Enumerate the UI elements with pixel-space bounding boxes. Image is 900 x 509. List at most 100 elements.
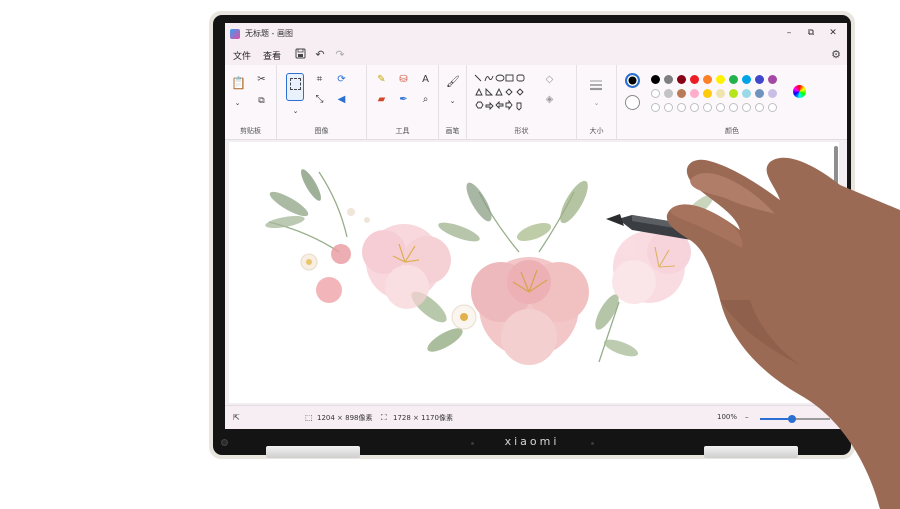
menu-file[interactable]: 文件 xyxy=(233,49,251,62)
size-dropdown-chevron-icon[interactable]: ⌄ xyxy=(590,97,603,110)
color-swatch[interactable] xyxy=(755,89,764,98)
brush-dropdown-chevron-icon[interactable]: ⌄ xyxy=(446,95,459,108)
zoom-out-button[interactable]: – xyxy=(745,413,749,421)
shape-fill-icon[interactable]: ◈ xyxy=(543,93,556,106)
select-tool-button[interactable] xyxy=(286,73,304,101)
paste-icon[interactable]: 📋 xyxy=(231,77,246,90)
custom-color-slot[interactable] xyxy=(768,103,777,112)
color-swatch[interactable] xyxy=(703,75,712,84)
laptop-device: 无标题 - 画图 – ⧉ ✕ 文件 查看 ↶ ↷ ⚙ 📋 ⌄ ✂ ⧉ 剪贴板 ⌄… xyxy=(209,11,855,459)
product-photo: 无标题 - 画图 – ⧉ ✕ 文件 查看 ↶ ↷ ⚙ 📋 ⌄ ✂ ⧉ 剪贴板 ⌄… xyxy=(0,0,900,509)
cut-icon[interactable]: ✂ xyxy=(255,73,268,86)
group-label-colors: 颜色 xyxy=(725,127,739,135)
menu-bar: 文件 查看 ↶ ↷ ⚙ xyxy=(225,45,847,65)
custom-color-slot[interactable] xyxy=(755,103,764,112)
vertical-scrollbar[interactable] xyxy=(834,146,838,206)
group-tools: ✎ ⛁ A ▰ ✒ ⌕ 工具 xyxy=(367,65,439,140)
edit-colors-wheel-icon[interactable] xyxy=(793,85,806,98)
fill-bucket-icon[interactable]: ⛁ xyxy=(397,73,410,86)
custom-color-slot[interactable] xyxy=(729,103,738,112)
zoom-level: 100% xyxy=(717,413,738,421)
color-swatch[interactable] xyxy=(768,75,777,84)
drawing-canvas[interactable] xyxy=(229,142,839,403)
color-swatch[interactable] xyxy=(729,89,738,98)
color-swatch[interactable] xyxy=(690,75,699,84)
resize-icon[interactable]: ⤡ xyxy=(313,93,326,106)
save-icon[interactable] xyxy=(293,48,307,62)
custom-color-slot[interactable] xyxy=(651,103,660,112)
canvas-workspace xyxy=(225,140,847,405)
crop-icon[interactable]: ⌗ xyxy=(313,73,326,86)
zoom-slider[interactable] xyxy=(760,415,830,423)
color-swatch[interactable] xyxy=(664,75,673,84)
maximize-button[interactable]: ⧉ xyxy=(803,26,819,40)
brush-icon[interactable]: 🖌 xyxy=(446,75,460,88)
eraser-icon[interactable]: ▰ xyxy=(375,93,388,106)
redo-icon[interactable]: ↷ xyxy=(333,48,347,62)
group-image: ⌄ ⌗ ⤡ ⟳ ◀ 图像 xyxy=(277,65,367,140)
color-swatch[interactable] xyxy=(742,89,751,98)
group-label-shapes: 形状 xyxy=(514,127,529,135)
color-swatch[interactable] xyxy=(651,89,660,98)
group-label-clipboard: 剪贴板 xyxy=(240,127,261,135)
group-colors: 颜色 xyxy=(617,65,847,140)
custom-color-slot[interactable] xyxy=(716,103,725,112)
paste-dropdown-chevron-icon[interactable]: ⌄ xyxy=(231,97,244,110)
color-swatch[interactable] xyxy=(729,75,738,84)
paint-app-icon xyxy=(230,29,240,39)
custom-color-slot[interactable] xyxy=(690,103,699,112)
undo-icon[interactable]: ↶ xyxy=(313,48,327,62)
color-swatch[interactable] xyxy=(664,89,673,98)
primary-color-swatch[interactable] xyxy=(625,73,640,88)
color-swatch[interactable] xyxy=(677,89,686,98)
color-swatch[interactable] xyxy=(703,89,712,98)
status-bar: ⇱ ⬚ 1204 × 898像素 ⛶ 1728 × 1170像素 100% – xyxy=(225,405,847,429)
paint-app-window: 无标题 - 画图 – ⧉ ✕ 文件 查看 ↶ ↷ ⚙ 📋 ⌄ ✂ ⧉ 剪贴板 ⌄… xyxy=(225,23,847,429)
group-label-size: 大小 xyxy=(589,127,604,135)
custom-color-slot[interactable] xyxy=(742,103,751,112)
close-icon: ✕ xyxy=(829,28,837,38)
shape-outline-icon[interactable]: ◇ xyxy=(543,73,556,86)
settings-icon[interactable]: ⚙ xyxy=(829,48,843,62)
group-label-brushes: 画笔 xyxy=(445,127,460,135)
zoom-slider-fill xyxy=(760,418,792,420)
group-shapes: ◇ ◈ 形状 xyxy=(467,65,577,140)
color-swatch[interactable] xyxy=(716,89,725,98)
maximize-icon: ⧉ xyxy=(807,28,815,38)
color-swatch[interactable] xyxy=(755,75,764,84)
copy-icon[interactable]: ⧉ xyxy=(255,95,268,108)
zoom-slider-thumb[interactable] xyxy=(787,415,796,423)
group-size: ⌄ 大小 xyxy=(577,65,617,140)
rotate-icon[interactable]: ⟳ xyxy=(335,73,348,86)
custom-color-slot[interactable] xyxy=(677,103,686,112)
menu-view[interactable]: 查看 xyxy=(263,49,281,62)
title-bar: 无标题 - 画图 – ⧉ ✕ xyxy=(225,23,847,45)
select-dropdown-chevron-icon[interactable]: ⌄ xyxy=(289,105,302,118)
color-swatch[interactable] xyxy=(677,75,686,84)
window-title: 无标题 - 画图 xyxy=(245,29,293,38)
flip-icon[interactable]: ◀ xyxy=(335,93,348,106)
hinge-left xyxy=(266,446,360,458)
group-label-image: 图像 xyxy=(314,127,329,135)
magnifier-icon[interactable]: ⌕ xyxy=(419,93,432,106)
minimize-button[interactable]: – xyxy=(781,26,797,40)
color-swatch[interactable] xyxy=(690,89,699,98)
size-icon[interactable] xyxy=(589,79,603,91)
pencil-icon[interactable]: ✎ xyxy=(375,73,388,86)
group-clipboard: 📋 ⌄ ✂ ⧉ 剪贴板 xyxy=(225,65,277,140)
secondary-color-swatch[interactable] xyxy=(625,95,640,110)
canvas-size: 1728 × 1170像素 xyxy=(393,414,453,422)
close-button[interactable]: ✕ xyxy=(825,26,841,40)
floral-artwork xyxy=(265,169,714,365)
custom-color-slot[interactable] xyxy=(703,103,712,112)
custom-color-slot[interactable] xyxy=(664,103,673,112)
color-swatch[interactable] xyxy=(716,75,725,84)
text-tool-icon[interactable]: A xyxy=(419,73,432,86)
selection-size-icon: ⬚ xyxy=(305,413,313,422)
color-picker-icon[interactable]: ✒ xyxy=(397,93,410,106)
pointer-position-icon: ⇱ xyxy=(233,413,240,422)
shapes-gallery[interactable] xyxy=(473,73,537,113)
color-swatch[interactable] xyxy=(768,89,777,98)
color-swatch[interactable] xyxy=(651,75,660,84)
color-swatch[interactable] xyxy=(742,75,751,84)
